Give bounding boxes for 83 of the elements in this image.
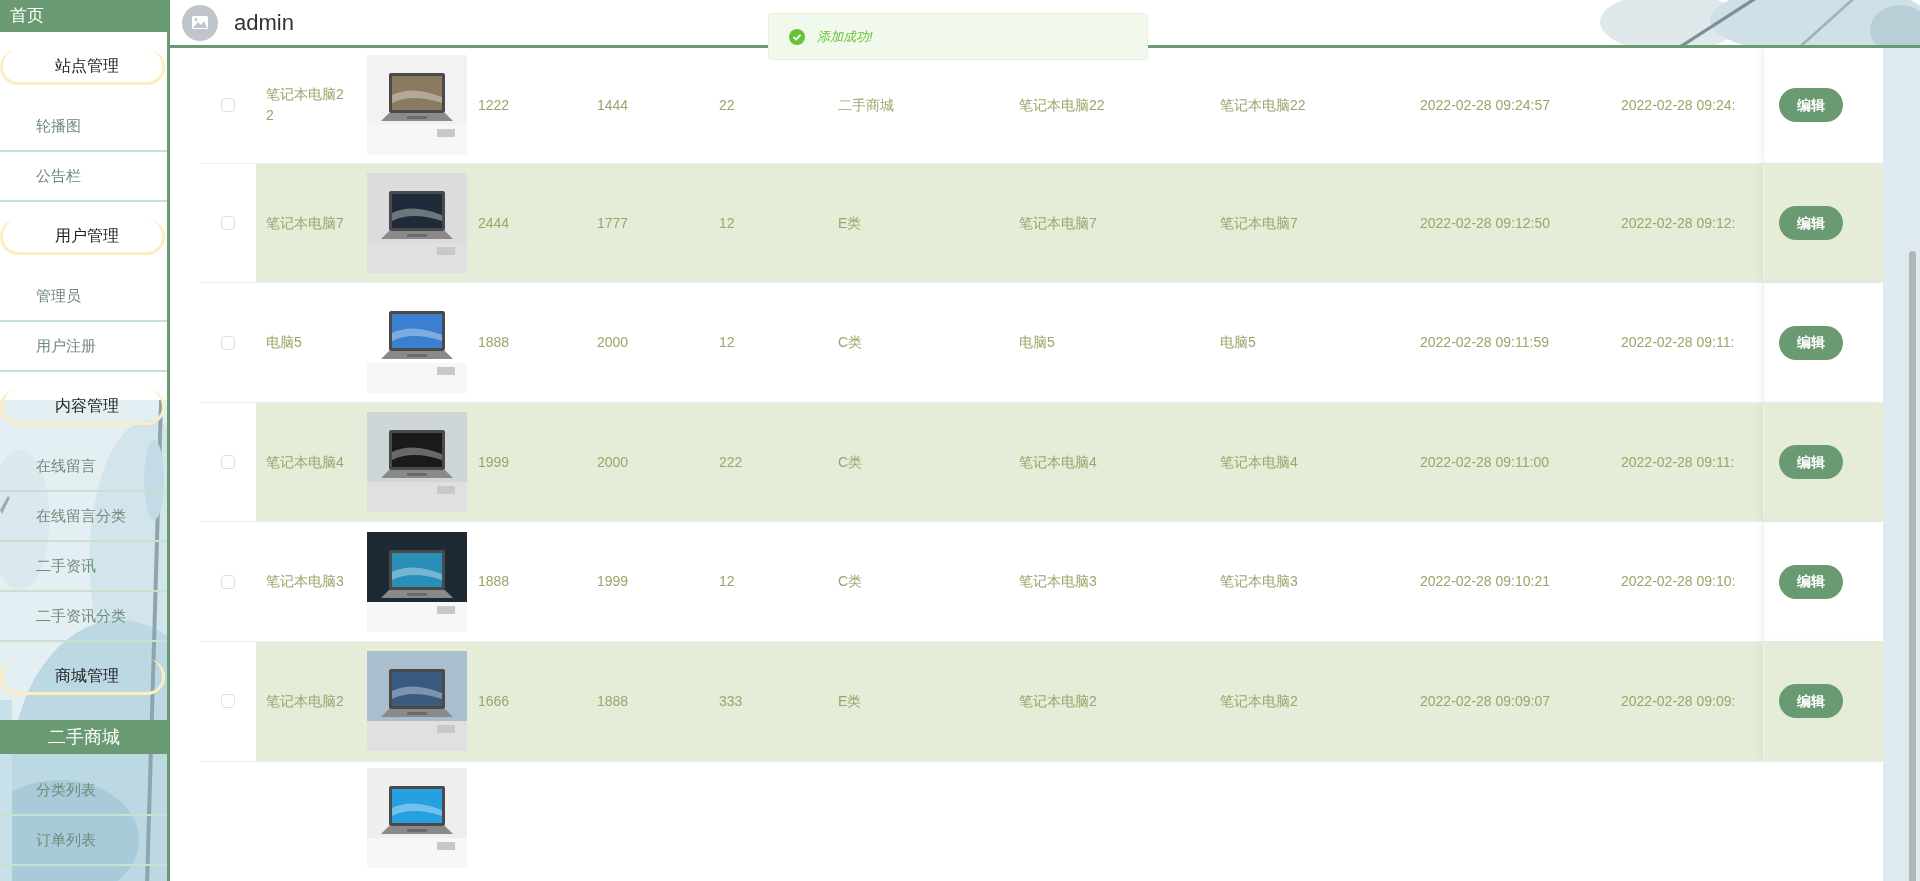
table-cell-text: 1999 — [478, 452, 510, 472]
sidebar-item[interactable]: 用户注册 — [0, 334, 96, 358]
table-cell-text: 笔记本电脑22 — [1220, 95, 1306, 115]
table-cell-text: 笔记本电脑2 — [1220, 691, 1298, 711]
table-cell-text: 2022-02-28 09:09:07 — [1420, 691, 1550, 711]
table-cell-text: 笔记本电脑2 — [1019, 691, 1097, 711]
toast-message: 添加成功! — [817, 27, 873, 46]
edit-button[interactable]: 编辑 — [1779, 564, 1843, 599]
sidebar-item[interactable]: 公告栏 — [0, 164, 81, 188]
home-link[interactable]: 首页 — [0, 0, 167, 32]
table-cell-text: 1888 — [478, 333, 510, 353]
table-cell-text: 2022-02-28 09:12:50 — [1420, 213, 1550, 233]
table-cell-text: 12 — [719, 213, 735, 233]
username: admin — [234, 9, 294, 37]
table-cell-text: 2022-02-28 09:11:59 — [1420, 333, 1549, 353]
table-cell-text: 电脑5 — [1019, 333, 1055, 353]
row-checkbox[interactable] — [221, 98, 235, 113]
table-cell-text: 1444 — [597, 95, 629, 115]
sidebar-item[interactable]: 在线留言分类 — [0, 504, 126, 528]
table-cell-text: C类 — [838, 333, 863, 353]
table-cell-text: C类 — [838, 572, 863, 592]
table-cell-text: 笔记本电脑3 — [266, 572, 345, 592]
table-cell-text: 2022-02-28 09:10:21 — [1420, 572, 1550, 592]
table-cell-text: E类 — [838, 213, 862, 233]
check-circle-icon — [789, 28, 805, 45]
table-cell-text: 1222 — [478, 95, 510, 115]
table-cell-text: 笔记本电脑4 — [1019, 452, 1097, 472]
table-cell-text: E类 — [838, 691, 862, 711]
edit-button[interactable]: 编辑 — [1779, 445, 1843, 480]
sidebar-item[interactable]: 管理员 — [0, 284, 81, 308]
row-checkbox[interactable] — [221, 455, 235, 470]
table-cell-text: 笔记本电脑2 — [266, 691, 345, 711]
sidebar-item[interactable]: 分类列表 — [0, 778, 96, 802]
row-checkbox[interactable] — [221, 335, 235, 350]
table-cell-text: 2022-02-28 09:11:00 — [1420, 452, 1549, 472]
sidebar-item[interactable]: 二手资讯 — [0, 554, 96, 578]
table-cell-text: 1666 — [478, 691, 510, 711]
table-cell-text: 笔记本电脑4 — [266, 452, 345, 472]
table-cell-text: 12 — [719, 572, 735, 592]
table-cell-text: 电脑5 — [1220, 333, 1256, 353]
sidebar-item[interactable]: 在线留言 — [0, 454, 96, 478]
row-checkbox[interactable] — [221, 574, 235, 589]
row-checkbox[interactable] — [221, 216, 235, 231]
edit-button[interactable]: 编辑 — [1779, 684, 1843, 719]
table-cell-text: 2000 — [597, 333, 629, 353]
edit-button[interactable]: 编辑 — [1779, 206, 1843, 241]
edit-button[interactable]: 编辑 — [1779, 88, 1843, 123]
table-cell-text: 222 — [719, 452, 743, 472]
table-cell-text: 笔记本电脑7 — [1220, 213, 1298, 233]
table-cell-text: 2000 — [597, 452, 629, 472]
table-cell-text: 2022-02-28 09:24: — [1621, 95, 1736, 115]
table-cell-text: 2022-02-28 09:24:57 — [1420, 95, 1550, 115]
table-cell-text: 笔记本电脑7 — [266, 213, 345, 233]
scrollbar-thumb[interactable] — [1909, 251, 1916, 881]
table-cell-text: C类 — [838, 452, 863, 472]
row-checkbox[interactable] — [221, 694, 235, 709]
table-cell-text: 2022-02-28 09:10: — [1621, 572, 1736, 592]
table-cell-text: 笔记本电脑3 — [1220, 572, 1298, 592]
table-cell-text: 笔记本电脑4 — [1220, 452, 1298, 472]
table-cell-text: 笔记本电脑3 — [1019, 572, 1097, 592]
edit-button[interactable]: 编辑 — [1779, 325, 1843, 360]
table-cell-text: 1777 — [597, 213, 629, 233]
table-cell-text: 2022-02-28 09:11: — [1621, 333, 1735, 353]
sidebar-item[interactable]: 轮播图 — [0, 114, 81, 138]
table-cell-text: 笔记本电脑22 — [1019, 95, 1105, 115]
table-cell-text: 笔记本电脑7 — [1019, 213, 1097, 233]
sidebar-item[interactable]: 二手资讯分类 — [0, 604, 126, 628]
table-cell-text: 12 — [719, 333, 735, 353]
submenu-header[interactable]: 二手商城 — [0, 720, 167, 754]
table-cell-text: 22 — [719, 95, 735, 115]
table-cell-text: 二手商城 — [838, 95, 894, 115]
table-cell-text: 2022-02-28 09:09: — [1621, 691, 1736, 711]
table-cell-text: 2444 — [478, 213, 510, 233]
table-cell-text: 2022-02-28 09:11: — [1621, 452, 1735, 472]
table-cell-text: 1888 — [478, 572, 510, 592]
table-cell-text: 2022-02-28 09:12: — [1621, 213, 1736, 233]
avatar-icon — [182, 4, 218, 41]
table-cell-text: 1888 — [597, 691, 629, 711]
table-cell-text: 333 — [719, 691, 743, 711]
sidebar-item[interactable]: 订单列表 — [0, 828, 96, 852]
table-cell-text: 电脑5 — [266, 333, 303, 353]
table-cell-text: 笔记本电脑22 — [266, 85, 345, 126]
table-cell-text: 1999 — [597, 572, 629, 592]
